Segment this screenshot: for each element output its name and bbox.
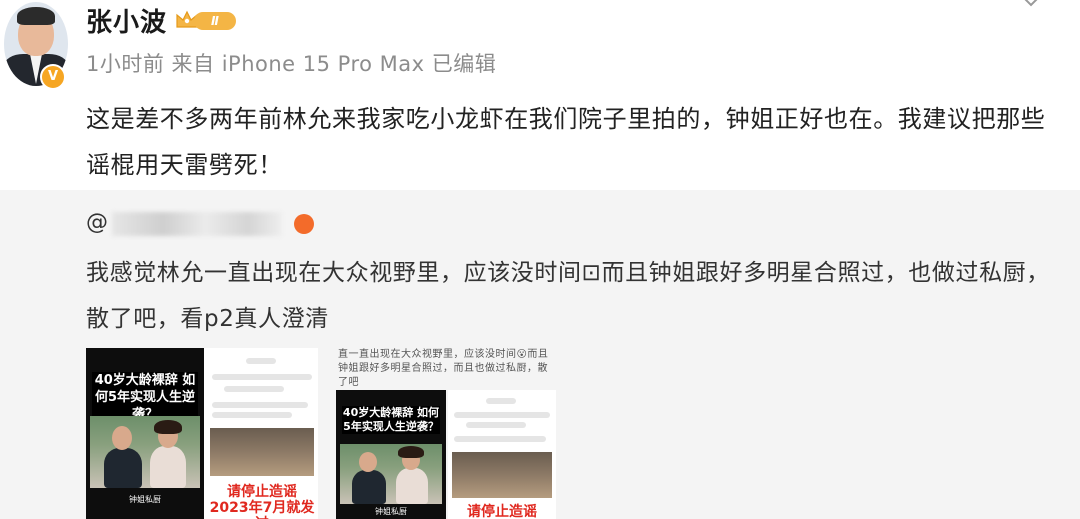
repost-card[interactable]: @ 我感觉林允一直出现在大众视野里，应该没时间⊡而且钟姐跟好多明星合照过，也做过… — [0, 190, 1080, 519]
phone-screenshot-light: 请停止造谣 2023年7月就发过 — [206, 348, 318, 519]
phone-screenshot-dark: 40岁大龄裸辞 如何5年实现人生逆袭？ 钟姐私厨 — [86, 348, 204, 519]
verified-badge: V — [40, 64, 66, 90]
level-label: Ⅱ — [194, 12, 236, 30]
repost-text: 我感觉林允一直出现在大众视野里，应该没时间⊡而且钟姐跟好多明星合照过，也做过私厨… — [86, 260, 1050, 332]
mention-symbol: @ — [86, 210, 108, 235]
level-badge[interactable]: Ⅱ — [174, 7, 238, 33]
photo — [340, 444, 442, 504]
image-caption: 钟姐私厨 — [129, 495, 161, 504]
image-overlay-text: 直一直出现在大众视野里，应该没时间😮而且钟姐跟好多明星合照过，而且也做过私厨，散… — [338, 349, 549, 388]
image-caption: 钟姐私厨 — [375, 507, 407, 516]
phone-screenshot-light: 请停止造谣 — [448, 390, 556, 519]
image-headline: 40岁大龄裸辞 如何5年实现人生逆袭？ — [342, 406, 440, 434]
user-badge-icon — [294, 214, 314, 234]
repost-image-1[interactable]: 40岁大龄裸辞 如何5年实现人生逆袭？ 钟姐私厨 请停止造谣 2023年7月就发… — [86, 348, 318, 519]
image-red-text: 请停止造谣 — [467, 504, 537, 519]
chevron-down-icon[interactable] — [1020, 0, 1042, 10]
post-text: 这是差不多两年前林允来我家吃小龙虾在我们院子里拍的，钟姐正好也在。我建议把那些谣… — [86, 105, 1046, 179]
post-meta: 1小时前 来自 iPhone 15 Pro Max 已编辑 — [86, 52, 497, 76]
image-red-text: 请停止造谣 2023年7月就发过 — [209, 484, 315, 519]
username[interactable]: 张小波 — [86, 2, 167, 39]
photo — [90, 416, 200, 488]
blurred-username — [112, 212, 282, 236]
repost-image-2[interactable]: 直一直出现在大众视野里，应该没时间😮而且钟姐跟好多明星合照过，而且也做过私厨，散… — [330, 348, 562, 519]
repost-username[interactable]: @ — [86, 210, 314, 238]
phone-screenshot-dark: 40岁大龄裸辞 如何5年实现人生逆袭？ 钟姐私厨 — [336, 390, 446, 519]
